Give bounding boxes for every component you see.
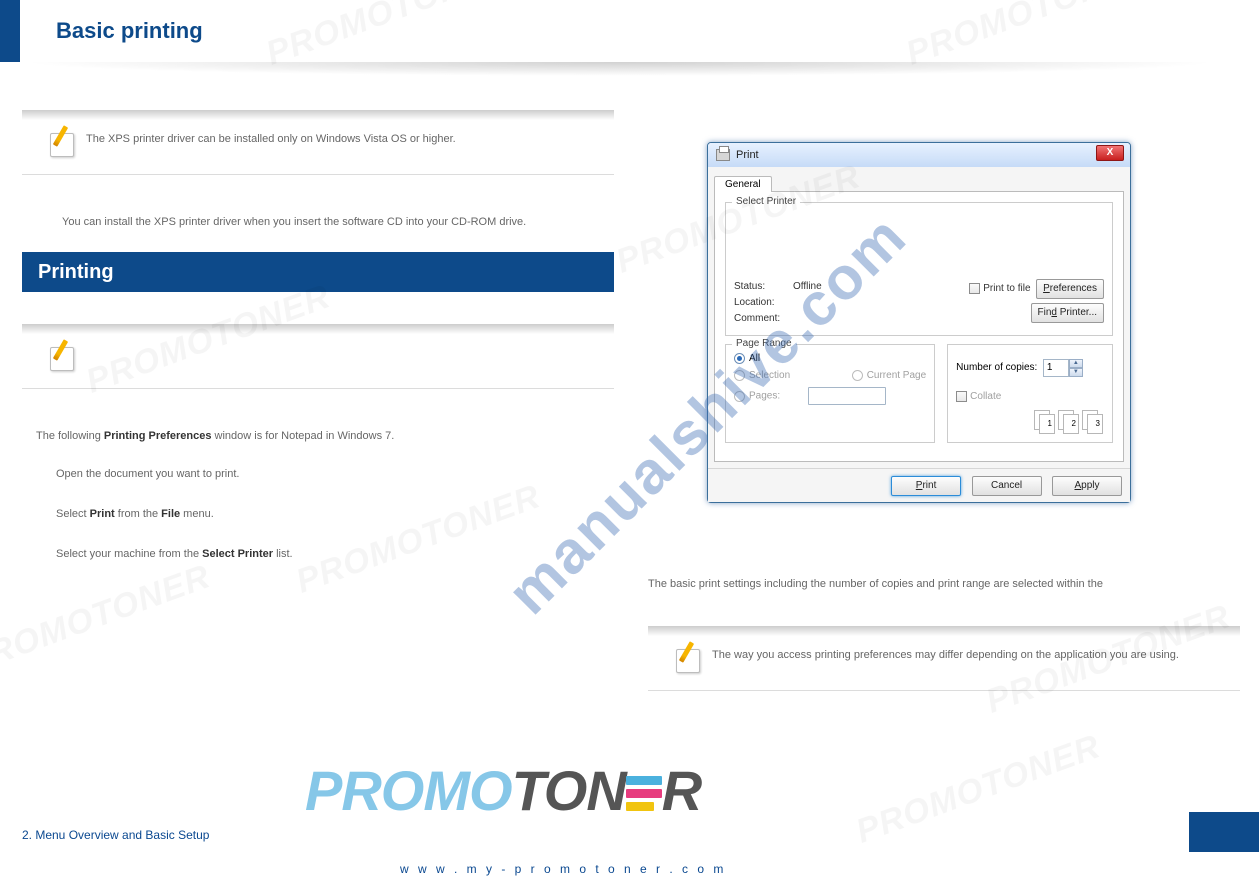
printer-icon [716,149,730,161]
page-number-box [1189,812,1259,852]
preferences-button[interactable]: Preferences [1036,279,1104,299]
right-paragraph: The basic print settings including the n… [648,576,1208,593]
note-icon [50,343,78,371]
ghost-logo-6: PROMOTONER [0,557,216,681]
spinner-up[interactable]: ▲ [1069,359,1083,368]
note-text-3: The way you access printing preferences … [712,649,1179,661]
printer-list[interactable] [734,211,1104,279]
note-box-2 [22,339,614,389]
radio-current-page [852,370,863,381]
copies-value[interactable]: 1 [1043,359,1069,377]
ghost-logo-7: PROMOTONER [851,727,1106,851]
pages-input[interactable] [808,387,886,405]
header-shadow [20,62,1220,76]
dialog-body: General Select Printer Status: Offline L… [708,167,1130,468]
print-to-file-label: Print to file [983,283,1030,294]
ghost-logo-5: PROMOTONER [291,477,546,601]
note-icon [676,645,704,673]
note-text: The XPS printer driver can be installed … [86,133,604,145]
footer-url: w w w . m y - p r o m o t o n e r . c o … [400,862,726,876]
select-printer-label: Select Printer [732,196,800,207]
spinner-down[interactable]: ▼ [1069,368,1083,377]
radio-selection [734,370,745,381]
cancel-button[interactable]: Cancel [972,476,1042,496]
status-info: Status: Offline Location: Comment: [734,279,822,327]
collate-preview: 11 22 33 [956,410,1104,434]
dialog-footer: Print Cancel Apply [708,468,1130,502]
collate-label: Collate [970,391,1001,402]
note-icon [50,129,78,157]
page-range-fieldset: Page Range All Selection Current Page Pa… [725,344,935,443]
collate-checkbox[interactable] [956,391,967,402]
select-printer-fieldset: Select Printer Status: Offline Location:… [725,202,1113,336]
section-heading: Printing [22,252,614,292]
logo-promotoner: PROMOTONR [305,758,701,823]
apply-button[interactable]: Apply [1052,476,1122,496]
radio-all[interactable] [734,353,745,364]
tab-general[interactable]: General [714,176,772,192]
note-box-3: The way you access printing preferences … [648,641,1240,691]
radio-pages[interactable] [734,391,745,402]
print-to-file-checkbox[interactable] [969,283,980,294]
find-printer-button[interactable]: Find Printer... [1031,303,1104,323]
header-accent [0,0,20,62]
body-xps-install: You can install the XPS printer driver w… [62,214,602,231]
close-button[interactable]: X [1096,145,1124,161]
copies-fieldset: Number of copies: 1 ▲▼ Collate 11 22 33 [947,344,1113,443]
dialog-title-text: Print [736,149,759,161]
note-box-xps: The XPS printer driver can be installed … [22,125,614,175]
print-dialog: Print X General Select Printer Status: O… [707,142,1131,503]
page-range-label: Page Range [732,338,796,349]
step-3: Select your machine from the Select Prin… [56,546,293,563]
step-1: Open the document you want to print. [56,466,239,483]
print-button[interactable]: Print [891,476,961,496]
page-title: Basic printing [56,18,203,44]
dialog-titlebar[interactable]: Print X [708,143,1130,167]
copies-label: Number of copies: [956,362,1037,373]
footer-chapter: 2. Menu Overview and Basic Setup [22,828,209,842]
tab-panel: Select Printer Status: Offline Location:… [714,191,1124,462]
step-2: Select Print from the File menu. [56,506,214,523]
body-paragraph: The following Printing Preferences windo… [36,428,596,445]
